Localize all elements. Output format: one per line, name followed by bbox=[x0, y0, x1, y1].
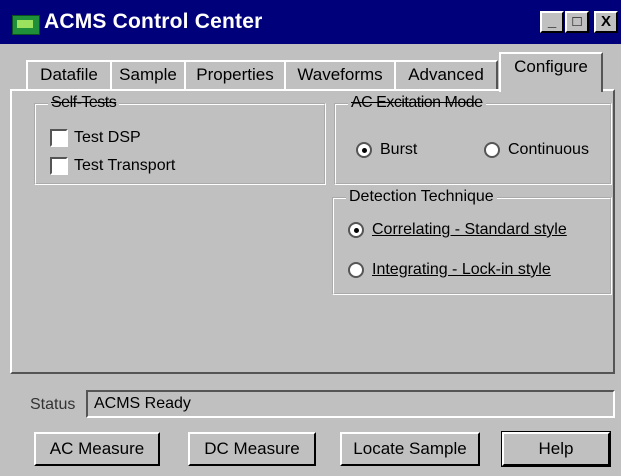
main-window: ACMS Control Center _ □ X Datafile Sampl… bbox=[0, 0, 621, 476]
test-dsp-checkbox-row[interactable]: Test DSP bbox=[50, 129, 141, 147]
window-title: ACMS Control Center bbox=[44, 10, 263, 33]
minimize-button[interactable]: _ bbox=[540, 11, 564, 33]
excitation-mode-group: AC Excitation Mode Burst Continuous bbox=[334, 94, 612, 185]
excitation-mode-legend: AC Excitation Mode bbox=[348, 94, 486, 112]
status-label: Status bbox=[30, 396, 76, 413]
test-dsp-label: Test DSP bbox=[74, 129, 141, 146]
continuous-label: Continuous bbox=[508, 141, 589, 158]
close-button[interactable]: X bbox=[594, 11, 618, 33]
tab-sample[interactable]: Sample bbox=[110, 60, 186, 90]
burst-radio-row[interactable]: Burst bbox=[356, 141, 417, 159]
tab-datafile[interactable]: Datafile bbox=[26, 60, 112, 90]
tab-waveforms[interactable]: Waveforms bbox=[284, 60, 396, 90]
app-icon bbox=[12, 15, 40, 35]
continuous-radio[interactable] bbox=[484, 142, 500, 158]
self-tests-group: Self-Tests Test DSP Test Transport bbox=[34, 94, 326, 185]
status-row: Status ACMS Ready bbox=[30, 390, 615, 420]
tab-configure[interactable]: Configure bbox=[499, 52, 603, 92]
continuous-radio-row[interactable]: Continuous bbox=[484, 141, 589, 159]
configure-panel: Self-Tests Test DSP Test Transport AC Ex… bbox=[10, 89, 615, 374]
test-dsp-checkbox[interactable] bbox=[50, 129, 68, 147]
burst-radio[interactable] bbox=[356, 142, 372, 158]
locate-sample-button[interactable]: Locate Sample bbox=[340, 432, 480, 466]
test-transport-checkbox[interactable] bbox=[50, 157, 68, 175]
detection-technique-group: Detection Technique Correlating - Standa… bbox=[332, 188, 612, 295]
burst-label: Burst bbox=[380, 141, 418, 158]
tab-strip: Datafile Sample Properties Waveforms Adv… bbox=[0, 52, 621, 92]
correlating-label: Correlating - Standard style bbox=[372, 221, 567, 238]
test-transport-label: Test Transport bbox=[74, 157, 176, 174]
ac-measure-button[interactable]: AC Measure bbox=[34, 432, 160, 466]
tab-advanced[interactable]: Advanced bbox=[394, 60, 498, 90]
correlating-radio[interactable] bbox=[348, 222, 364, 238]
integrating-radio[interactable] bbox=[348, 262, 364, 278]
status-field: ACMS Ready bbox=[86, 390, 615, 418]
title-bar[interactable]: ACMS Control Center _ □ X bbox=[0, 0, 621, 44]
help-button[interactable]: Help bbox=[501, 431, 611, 467]
maximize-button[interactable]: □ bbox=[565, 11, 589, 33]
integrating-radio-row[interactable]: Integrating - Lock-in style bbox=[348, 261, 551, 279]
tab-properties[interactable]: Properties bbox=[184, 60, 286, 90]
self-tests-legend: Self-Tests bbox=[48, 94, 120, 112]
correlating-radio-row[interactable]: Correlating - Standard style bbox=[348, 221, 567, 239]
dc-measure-button[interactable]: DC Measure bbox=[188, 432, 316, 466]
test-transport-checkbox-row[interactable]: Test Transport bbox=[50, 157, 175, 175]
integrating-label: Integrating - Lock-in style bbox=[372, 261, 551, 278]
detection-technique-legend: Detection Technique bbox=[346, 188, 497, 206]
